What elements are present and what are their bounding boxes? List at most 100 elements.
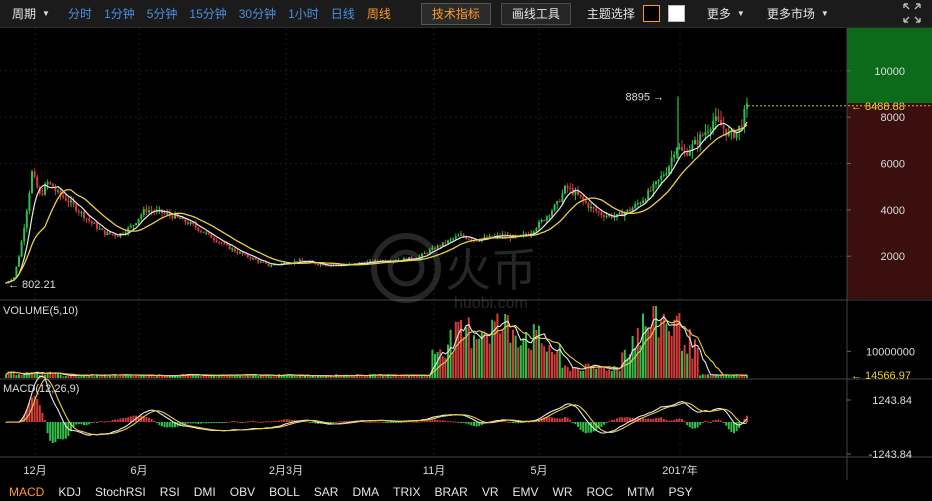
volume-bar (701, 374, 704, 378)
indicator-tab-vr[interactable]: VR (477, 485, 504, 499)
macd-bar (241, 422, 244, 423)
candle-body (85, 218, 88, 220)
indicator-tab-dmi[interactable]: DMI (189, 485, 221, 499)
volume-bar (93, 376, 96, 378)
macd-bar (148, 417, 150, 422)
volume-bar (574, 367, 577, 378)
volume-bar (332, 376, 335, 378)
indicator-tab-kdj[interactable]: KDJ (53, 485, 86, 499)
timeframe-tab[interactable]: 30分钟 (239, 5, 276, 22)
timeframe-tab[interactable]: 15分钟 (189, 5, 226, 22)
volume-bar (600, 367, 603, 378)
volume-bar (382, 376, 384, 378)
time-tick-label: 6月 (130, 465, 147, 477)
volume-bar (696, 347, 699, 378)
indicator-tab-macd[interactable]: MACD (4, 485, 49, 499)
volume-bar (200, 376, 202, 378)
candle-body (543, 219, 546, 221)
price-chart[interactable]: 火币 huobi.com 2000 4000 6000 8000 10000 12月 6月 2… (0, 28, 932, 482)
macd-bar (184, 422, 187, 425)
timeframe-tab[interactable]: 1分钟 (104, 5, 135, 22)
candle-body (639, 202, 642, 204)
period-dropdown[interactable]: 周期 ▼ (0, 5, 56, 22)
volume-bar (551, 351, 553, 378)
volume-bar (610, 370, 613, 378)
more-menu[interactable]: 更多 ▼ (707, 5, 745, 22)
candle-body (540, 219, 543, 223)
macd-bar (363, 421, 366, 423)
macd-bar (460, 422, 462, 423)
candle-body (101, 228, 104, 231)
volume-bar (397, 376, 400, 378)
macd-bar (473, 422, 475, 426)
macd-bar (712, 420, 715, 422)
macd-bar (106, 421, 109, 423)
volume-bar (509, 342, 512, 378)
theme-dark-swatch[interactable] (642, 5, 660, 22)
drawing-tools-button[interactable]: 画线工具 (500, 2, 571, 25)
macd-bar (652, 418, 655, 422)
volume-bar (626, 358, 629, 378)
candle-body (324, 265, 327, 267)
indicator-tab-wr[interactable]: WR (548, 485, 578, 499)
candle-body (548, 215, 551, 217)
volume-bar (538, 325, 540, 378)
indicator-tab-boll[interactable]: BOLL (264, 485, 305, 499)
macd-panel-title: MACD(12,26,9) (3, 383, 80, 395)
timeframe-tab[interactable]: 5分钟 (147, 5, 178, 22)
candle-body (743, 108, 746, 126)
indicator-tab-sar[interactable]: SAR (309, 485, 344, 499)
theme-light-swatch[interactable] (667, 5, 685, 22)
candle-body (57, 190, 59, 192)
candle-body (449, 239, 452, 241)
volume-bar (499, 333, 501, 378)
volume-bar (543, 346, 546, 378)
timeframe-tab[interactable]: 1小时 (288, 5, 319, 22)
volume-bar (57, 372, 59, 378)
indicator-tab-psy[interactable]: PSY (664, 485, 698, 499)
indicator-tab-roc[interactable]: ROC (582, 485, 619, 499)
macd-bar (413, 421, 416, 423)
macd-bar (649, 418, 652, 422)
volume-bar (514, 335, 517, 378)
candle-body (655, 181, 657, 185)
macd-bar (657, 417, 660, 422)
macd-bar (44, 420, 46, 422)
macd-diff-line (6, 375, 748, 436)
macd-bar (727, 422, 730, 430)
indicator-tab-rsi[interactable]: RSI (155, 485, 185, 499)
indicator-tab-obv[interactable]: OBV (225, 485, 260, 499)
candle-body (106, 232, 109, 235)
volume-bar (322, 375, 325, 378)
volume-bar (486, 334, 488, 378)
macd-bar (252, 420, 254, 422)
candle-body (270, 265, 273, 267)
indicator-tab-trix[interactable]: TRIX (388, 485, 425, 499)
timeframe-tab[interactable]: 日线 (331, 5, 355, 22)
indicator-tab-dma[interactable]: DMA (347, 485, 384, 499)
macd-bar (436, 419, 439, 422)
volume-bar (376, 376, 379, 378)
macd-bar (187, 422, 189, 424)
macd-bar (210, 422, 213, 424)
macd-bar (434, 419, 436, 422)
candle-body (150, 210, 153, 212)
indicator-tab-brar[interactable]: BRAR (429, 485, 472, 499)
macd-bar (109, 421, 111, 423)
indicator-tab-stochrsi[interactable]: StochRSI (90, 485, 151, 499)
more-markets-menu[interactable]: 更多市场 ▼ (767, 5, 829, 22)
fullscreen-icon[interactable] (902, 2, 922, 26)
timeframe-tab[interactable]: 分时 (68, 5, 92, 22)
candle-body (207, 232, 210, 234)
volume-bar (259, 375, 262, 378)
indicators-button[interactable]: 技术指标 (420, 2, 491, 25)
volume-bar (465, 327, 468, 378)
candle-body (31, 171, 33, 193)
watermark-site: huobi.com (454, 295, 528, 312)
volume-bar (501, 329, 504, 378)
indicator-tab-emv[interactable]: EMV (507, 485, 543, 499)
macd-bar (566, 417, 569, 422)
macd-bar (699, 422, 702, 425)
indicator-tab-mtm[interactable]: MTM (622, 485, 659, 499)
timeframe-tab-active[interactable]: 周线 (367, 5, 391, 22)
